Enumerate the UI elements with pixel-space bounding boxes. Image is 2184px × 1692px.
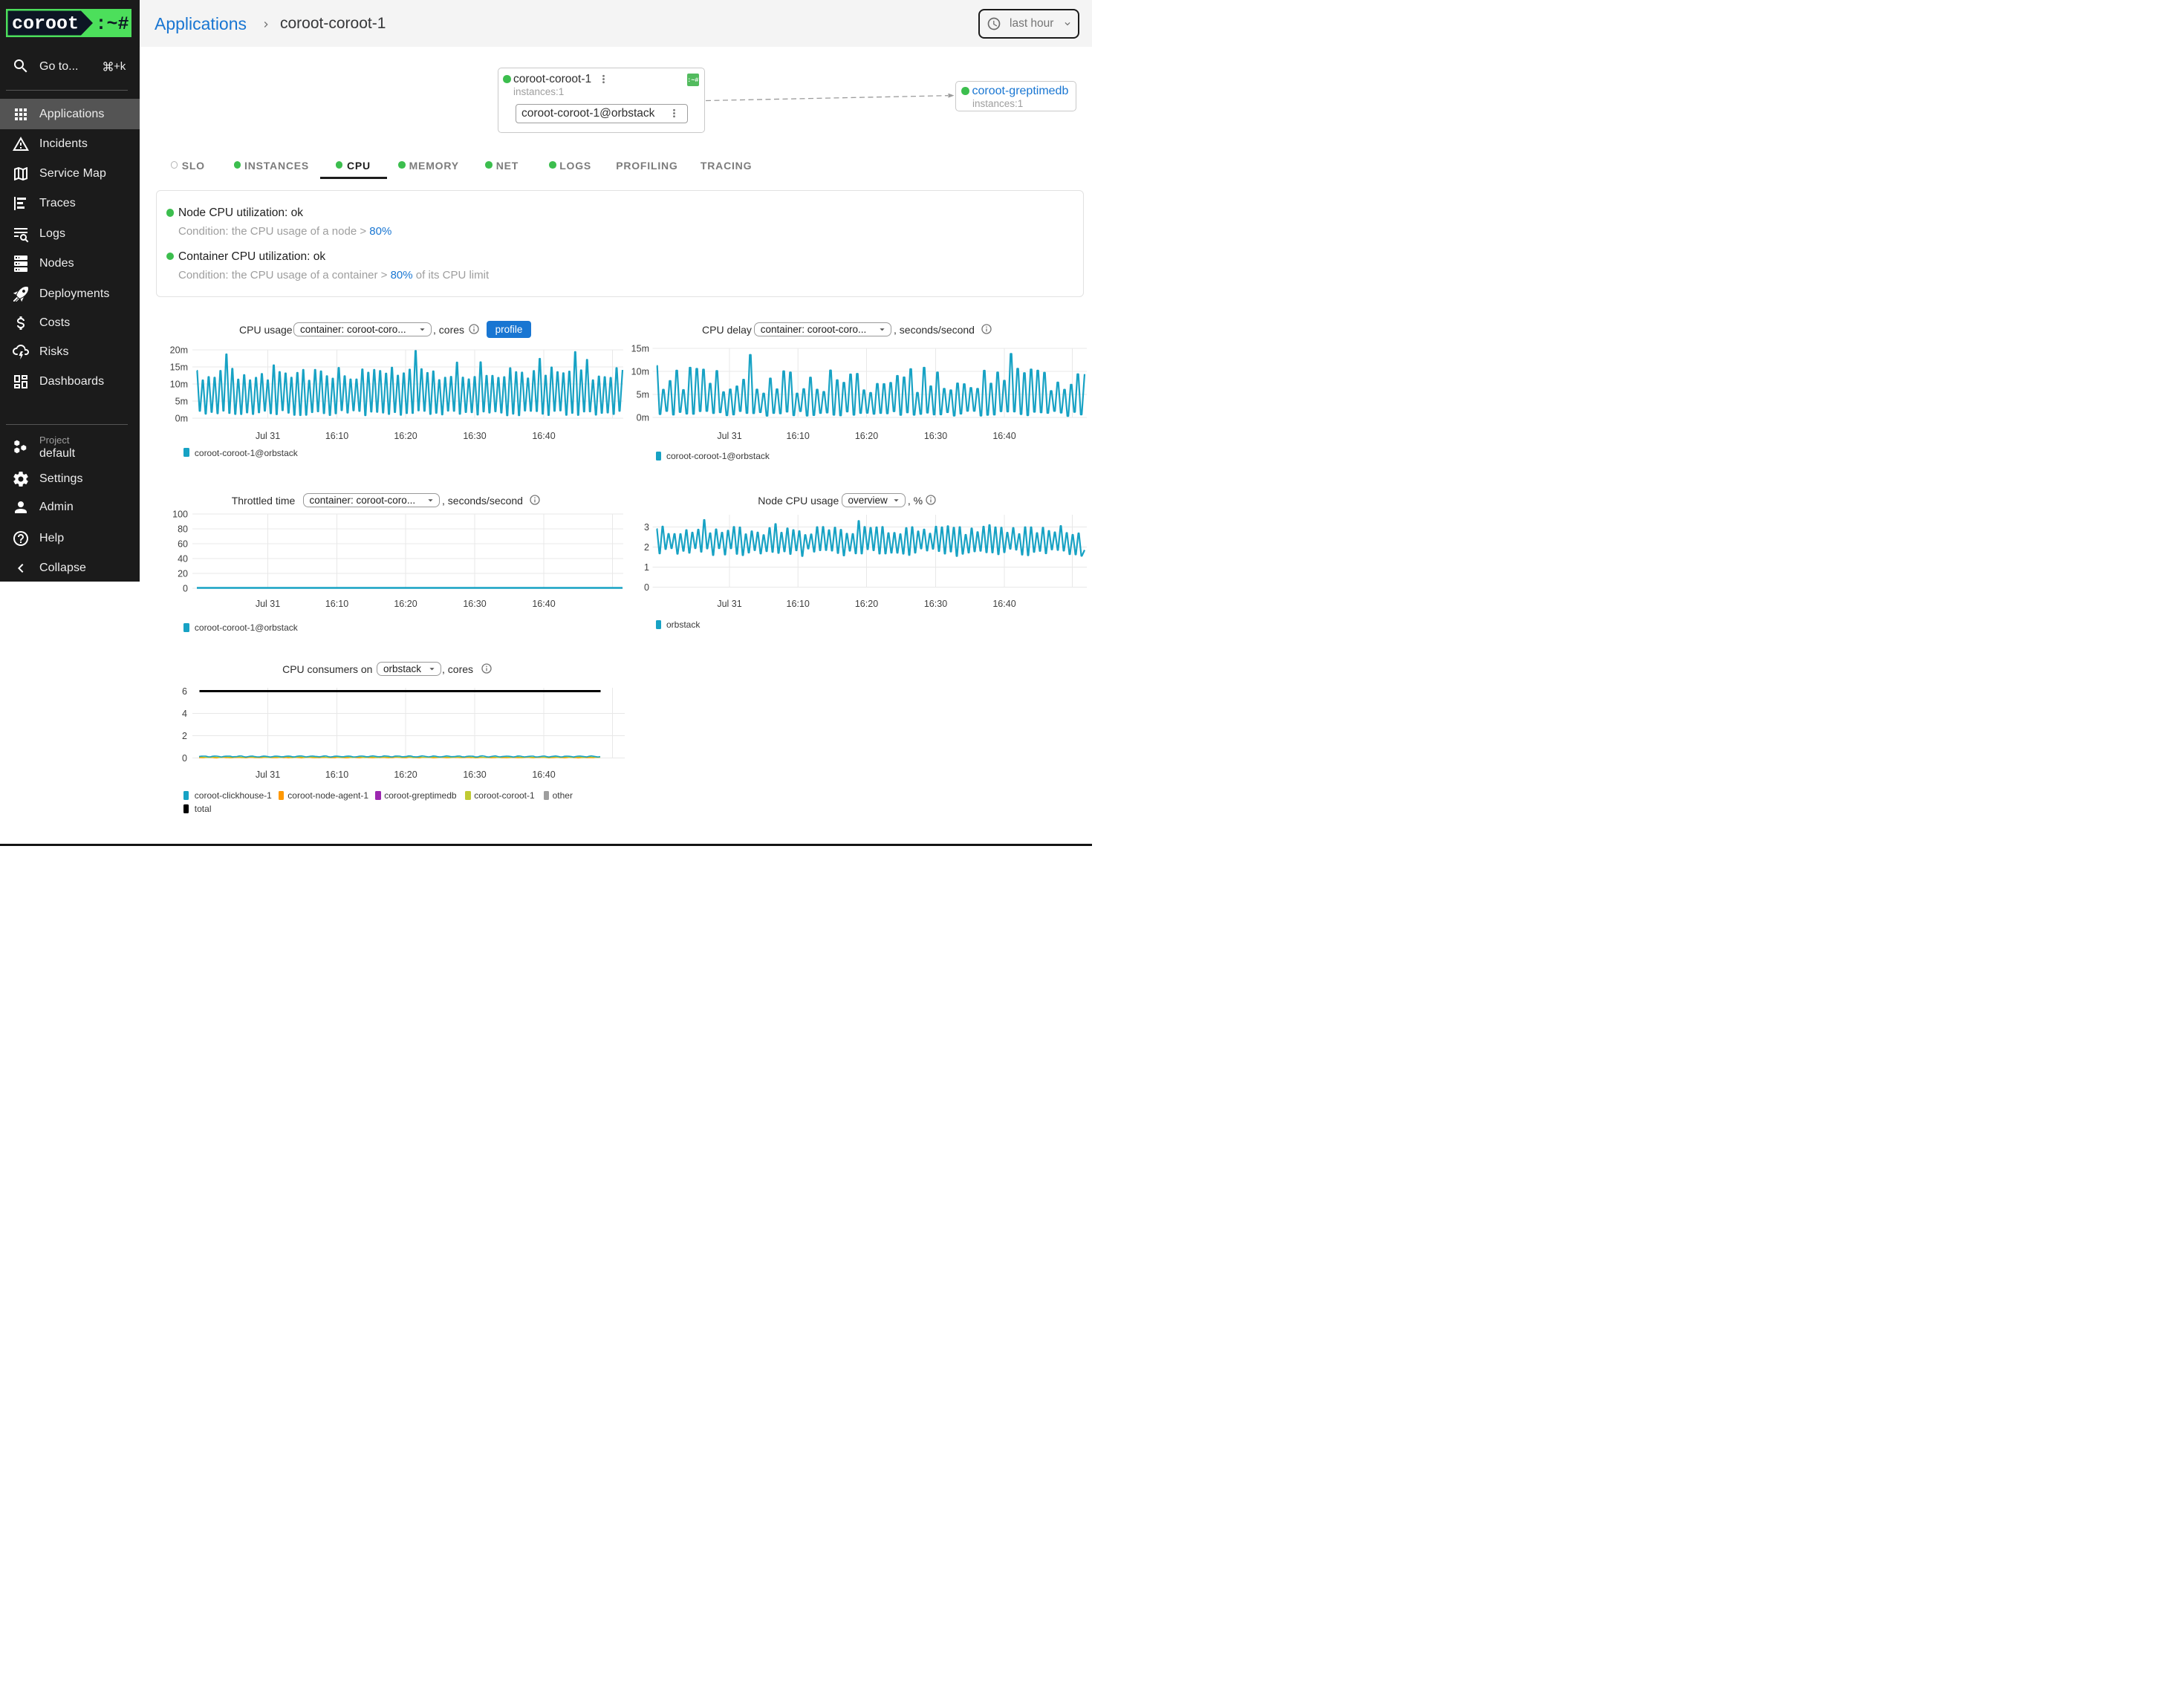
svg-text:1: 1 [644,562,649,573]
svg-text:16:20: 16:20 [394,769,417,780]
svg-text:Jul 31: Jul 31 [717,431,741,441]
svg-text:0: 0 [644,582,649,593]
svg-text:Jul 31: Jul 31 [256,599,280,609]
svg-text:16:40: 16:40 [532,769,555,780]
svg-text:80: 80 [178,524,188,534]
svg-text:16:30: 16:30 [463,599,486,609]
svg-text:40: 40 [178,553,188,564]
svg-text:Jul 31: Jul 31 [256,431,280,441]
svg-text:16:10: 16:10 [787,599,810,609]
svg-text:20: 20 [178,568,188,579]
svg-text:15m: 15m [170,362,188,372]
svg-text:16:30: 16:30 [924,431,947,441]
svg-text:16:30: 16:30 [463,769,486,780]
svg-text:16:20: 16:20 [855,431,878,441]
svg-text:16:40: 16:40 [532,431,555,441]
svg-text:16:40: 16:40 [992,431,1015,441]
svg-text:16:40: 16:40 [532,599,555,609]
svg-text:100: 100 [172,509,188,519]
svg-text:Jul 31: Jul 31 [717,599,741,609]
svg-text:16:20: 16:20 [394,431,417,441]
svg-text:16:20: 16:20 [394,599,417,609]
svg-text:0m: 0m [175,413,188,423]
svg-text:20m: 20m [170,345,188,355]
svg-text:4: 4 [182,709,187,719]
svg-text:16:10: 16:10 [325,599,348,609]
svg-text:10m: 10m [170,379,188,389]
svg-text:60: 60 [178,538,188,549]
svg-text:2: 2 [182,731,187,741]
svg-text:10m: 10m [631,366,649,377]
svg-text:6: 6 [182,686,187,697]
svg-text:2: 2 [644,542,649,553]
svg-text:3: 3 [644,522,649,533]
svg-text:16:30: 16:30 [463,431,486,441]
svg-text:Jul 31: Jul 31 [256,769,280,780]
svg-text:16:20: 16:20 [855,599,878,609]
svg-text:16:30: 16:30 [924,599,947,609]
svg-text:16:10: 16:10 [325,431,348,441]
svg-text:15m: 15m [631,343,649,354]
svg-text:0: 0 [183,583,188,593]
svg-text:16:40: 16:40 [992,599,1015,609]
svg-text:0: 0 [182,753,187,764]
svg-text:5m: 5m [175,396,188,406]
svg-text:5m: 5m [637,389,649,400]
svg-text:0m: 0m [637,412,649,423]
svg-text:16:10: 16:10 [787,431,810,441]
svg-text:16:10: 16:10 [325,769,348,780]
